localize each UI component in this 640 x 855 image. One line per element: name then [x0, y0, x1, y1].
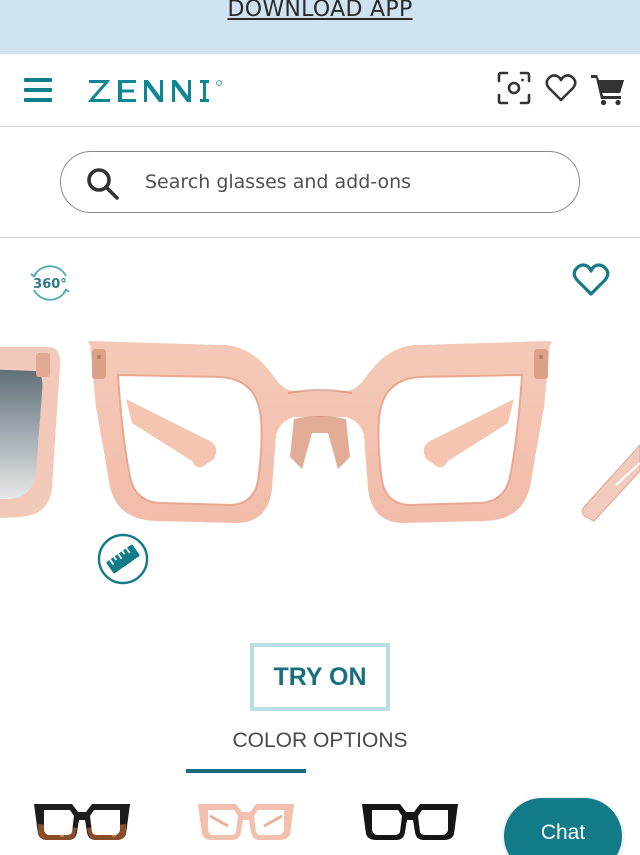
- next-glasses-image[interactable]: [576, 337, 640, 531]
- view-360-badge[interactable]: 360°: [28, 261, 72, 309]
- face-scan-icon[interactable]: [496, 70, 532, 110]
- cart-icon[interactable]: [590, 72, 626, 110]
- chat-button[interactable]: Chat: [504, 798, 622, 855]
- favorite-heart-icon[interactable]: [572, 263, 610, 301]
- product-glasses-image[interactable]: [82, 337, 558, 533]
- promo-bar: DOWNLOAD APP: [0, 0, 640, 54]
- heart-icon[interactable]: [545, 73, 577, 107]
- try-on-button[interactable]: TRY ON: [250, 643, 390, 711]
- badge-360-label: 360°: [33, 277, 67, 292]
- search-bar[interactable]: [60, 151, 580, 213]
- download-app-link[interactable]: DOWNLOAD APP: [0, 0, 640, 22]
- search-input[interactable]: [145, 166, 545, 198]
- product-image-gallery[interactable]: 360°: [0, 239, 640, 619]
- chat-label: Chat: [540, 821, 586, 844]
- site-header: [0, 54, 640, 127]
- color-swatch-black-tortoise[interactable]: [32, 798, 132, 846]
- color-swatch-black[interactable]: [360, 798, 460, 846]
- menu-icon[interactable]: [24, 78, 52, 102]
- ruler-icon[interactable]: [96, 532, 150, 590]
- search-icon[interactable]: [85, 166, 121, 206]
- previous-glasses-image[interactable]: [0, 337, 64, 531]
- zenni-logo[interactable]: [88, 76, 228, 106]
- color-options-heading: COLOR OPTIONS: [232, 729, 408, 752]
- color-options-underline: [186, 769, 306, 773]
- color-swatch-pink[interactable]: [196, 798, 296, 846]
- search-section: [0, 127, 640, 238]
